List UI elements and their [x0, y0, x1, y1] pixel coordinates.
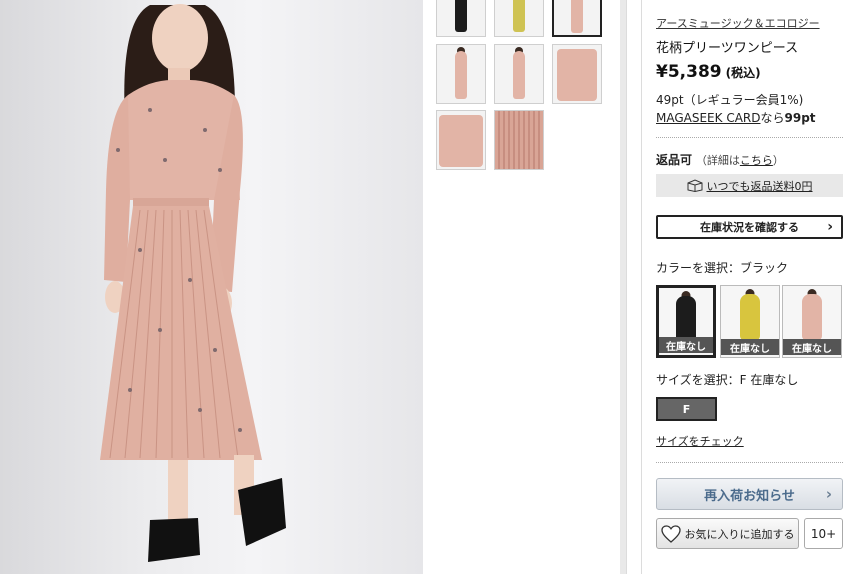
color-swatch-black[interactable]: 在庫なし [656, 285, 716, 358]
panel-scrollbar[interactable] [626, 0, 642, 574]
box-icon [687, 179, 702, 192]
out-of-stock-badge: 在庫なし [721, 339, 779, 355]
product-name: 花柄プリーツワンピース [656, 41, 799, 56]
size-label: サイズを選択：F 在庫なし [656, 373, 799, 387]
price-value: ¥5,389 [656, 62, 722, 82]
main-product-image[interactable] [0, 0, 423, 574]
card-suffix: なら [760, 111, 785, 125]
thumbnail[interactable] [436, 110, 486, 170]
add-to-favorites-button[interactable]: お気に入りに追加する [656, 518, 799, 549]
free-return-banner[interactable]: いつでも返品送料0円 [656, 174, 843, 197]
thumbnail-selected[interactable] [552, 0, 602, 37]
size-check-link[interactable]: サイズをチェック [656, 433, 744, 449]
returns-info: 返品可 （詳細はこちら） [656, 151, 784, 168]
brand-link[interactable]: アースミュージック＆エコロジー [656, 15, 820, 31]
out-of-stock-badge: 在庫なし [783, 339, 841, 355]
color-swatch-pink[interactable]: 在庫なし [782, 285, 842, 358]
card-points-value: 99pt [784, 111, 816, 125]
restock-label: 再入荷お知らせ [704, 488, 795, 504]
price: ¥5,389 (税込) [656, 62, 761, 82]
favorite-count: 10+ [804, 518, 843, 549]
chevron-right-icon: › [825, 485, 832, 503]
size-option-f[interactable]: F [656, 397, 717, 421]
divider [656, 462, 843, 463]
thumbnail[interactable] [494, 110, 544, 170]
color-label: カラーを選択：ブラック [656, 261, 789, 275]
chevron-right-icon: › [827, 219, 833, 235]
thumbnail[interactable] [436, 44, 486, 104]
model-photo [100, 4, 286, 562]
out-of-stock-badge: 在庫なし [659, 337, 713, 353]
check-stock-button[interactable]: 在庫状況を確認する › [656, 215, 843, 239]
returns-detail-link[interactable]: こちら [740, 154, 773, 167]
tax-note: (税込) [725, 66, 761, 80]
returns-detail: （詳細はこちら） [695, 154, 784, 167]
thumbnail[interactable] [494, 44, 544, 104]
heart-icon [660, 524, 681, 543]
thumbnail[interactable] [552, 44, 602, 104]
points-info: 49pt（レギュラー会員1%) [656, 93, 804, 107]
card-points: MAGASEEK CARDなら99pt [656, 109, 816, 126]
restock-notify-button[interactable]: 再入荷お知らせ › [656, 478, 843, 510]
check-stock-label: 在庫状況を確認する [700, 221, 799, 234]
free-return-text: いつでも返品送料0円 [706, 179, 813, 193]
divider [656, 137, 843, 138]
add-to-favorites-label: お気に入りに追加する [684, 527, 795, 541]
thumbnail[interactable] [436, 0, 486, 37]
color-swatch-yellow[interactable]: 在庫なし [720, 285, 780, 358]
returns-label: 返品可 [656, 153, 693, 167]
thumbnail[interactable] [494, 0, 544, 37]
magaseek-card-link[interactable]: MAGASEEK CARD [656, 111, 761, 125]
